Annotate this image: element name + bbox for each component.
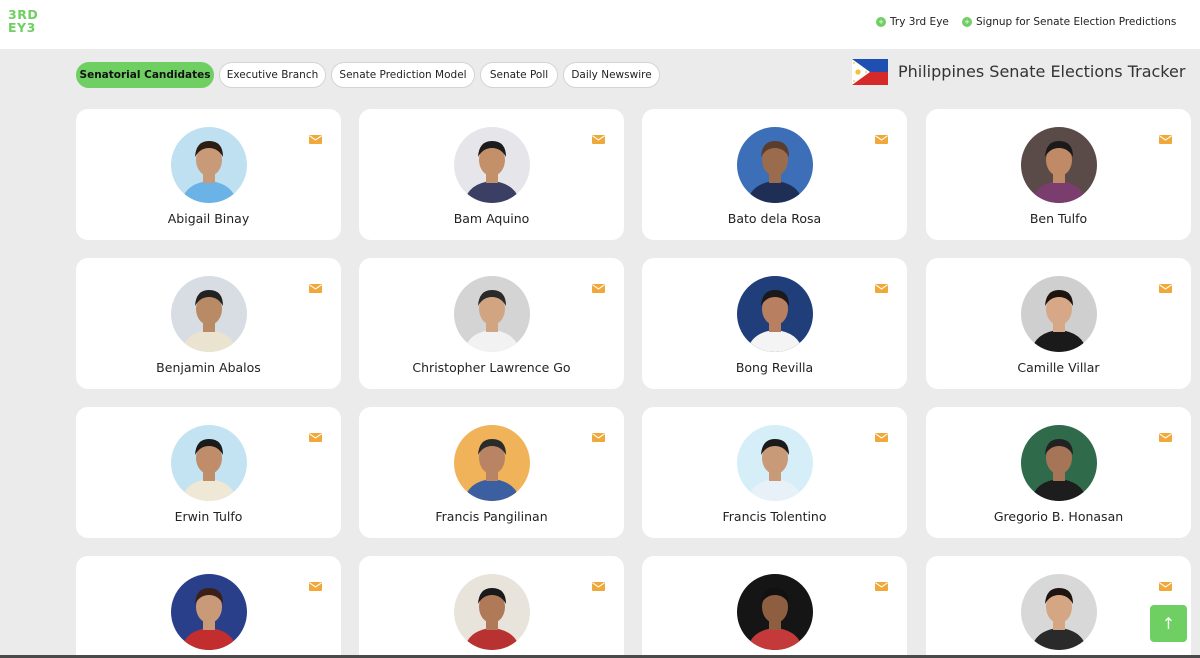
tab-label: Daily Newswire <box>571 69 652 81</box>
candidate-photo <box>454 425 530 501</box>
tab-executive-branch[interactable]: Executive Branch <box>219 62 326 88</box>
candidate-card[interactable]: Francis Pangilinan <box>359 407 624 538</box>
candidate-card[interactable]: Bato dela Rosa <box>642 109 907 240</box>
logo-line-2: EY3 <box>8 20 36 35</box>
brand-logo[interactable]: 3RD EY3 <box>8 8 44 38</box>
try-3rd-eye-label: Try 3rd Eye <box>890 16 949 28</box>
candidate-card[interactable]: Gregorio B. Honasan <box>926 407 1191 538</box>
candidate-photo <box>737 276 813 352</box>
signup-predictions-link[interactable]: + Signup for Senate Election Predictions <box>962 14 1176 30</box>
candidate-card[interactable] <box>359 556 624 658</box>
tab-label: Senate Poll <box>489 69 549 81</box>
envelope-icon[interactable] <box>1159 427 1172 442</box>
tab-label: Executive Branch <box>226 69 319 81</box>
envelope-icon[interactable] <box>309 129 322 144</box>
candidate-card[interactable] <box>642 556 907 658</box>
candidate-card[interactable]: Francis Tolentino <box>642 407 907 538</box>
envelope-icon[interactable] <box>875 278 888 293</box>
candidate-name: Christopher Lawrence Go <box>412 360 571 375</box>
candidate-photo <box>737 127 813 203</box>
candidate-card[interactable]: Bong Revilla <box>642 258 907 389</box>
candidate-name: Camille Villar <box>1017 360 1100 375</box>
scroll-to-top-button[interactable]: ↑ <box>1150 605 1187 642</box>
candidate-card[interactable]: Ben Tulfo <box>926 109 1191 240</box>
tab-senatorial-candidates[interactable]: Senatorial Candidates <box>76 62 214 88</box>
philippines-flag-icon <box>852 59 888 85</box>
candidate-name: Gregorio B. Honasan <box>993 509 1124 524</box>
signup-predictions-label: Signup for Senate Election Predictions <box>976 16 1177 28</box>
candidate-card[interactable]: Christopher Lawrence Go <box>359 258 624 389</box>
plus-circle-icon: + <box>962 17 972 27</box>
plus-circle-icon: + <box>876 17 886 27</box>
candidate-photo <box>454 127 530 203</box>
tab-daily-newswire[interactable]: Daily Newswire <box>563 62 660 88</box>
top-bar: 3RD EY3 + Try 3rd Eye + Signup for Senat… <box>0 0 1200 49</box>
candidate-photo <box>1021 127 1097 203</box>
tab-senate-prediction-model[interactable]: Senate Prediction Model <box>331 62 475 88</box>
candidate-photo <box>1021 574 1097 650</box>
candidate-name: Benjamin Abalos <box>156 360 261 375</box>
envelope-icon[interactable] <box>875 129 888 144</box>
candidate-name: Bong Revilla <box>735 360 814 375</box>
candidate-card[interactable]: Camille Villar <box>926 258 1191 389</box>
envelope-icon[interactable] <box>875 576 888 591</box>
candidate-name: Abigail Binay <box>167 211 250 226</box>
envelope-icon[interactable] <box>875 427 888 442</box>
candidate-name: Bam Aquino <box>453 211 530 226</box>
candidate-photo <box>737 574 813 650</box>
candidate-photo <box>1021 425 1097 501</box>
envelope-icon[interactable] <box>309 427 322 442</box>
envelope-icon[interactable] <box>1159 576 1172 591</box>
tab-label: Senate Prediction Model <box>339 69 467 81</box>
envelope-icon[interactable] <box>1159 278 1172 293</box>
candidate-name: Bato dela Rosa <box>727 211 822 226</box>
candidate-card[interactable]: Abigail Binay <box>76 109 341 240</box>
envelope-icon[interactable] <box>309 278 322 293</box>
candidate-photo <box>171 425 247 501</box>
envelope-icon[interactable] <box>1159 129 1172 144</box>
candidate-photo <box>737 425 813 501</box>
candidate-card[interactable]: Bam Aquino <box>359 109 624 240</box>
candidate-photo <box>1021 276 1097 352</box>
tab-label: Senatorial Candidates <box>79 69 211 81</box>
candidate-photo <box>171 574 247 650</box>
candidate-name: Erwin Tulfo <box>174 509 243 524</box>
envelope-icon[interactable] <box>592 576 605 591</box>
candidate-card[interactable]: Erwin Tulfo <box>76 407 341 538</box>
candidate-photo <box>454 574 530 650</box>
envelope-icon[interactable] <box>309 576 322 591</box>
candidate-photo <box>454 276 530 352</box>
candidate-card[interactable]: Benjamin Abalos <box>76 258 341 389</box>
candidate-name: Francis Pangilinan <box>435 509 548 524</box>
candidate-photo <box>171 276 247 352</box>
tab-senate-poll[interactable]: Senate Poll <box>480 62 558 88</box>
candidate-photo <box>171 127 247 203</box>
envelope-icon[interactable] <box>592 278 605 293</box>
envelope-icon[interactable] <box>592 129 605 144</box>
candidate-card[interactable] <box>76 556 341 658</box>
envelope-icon[interactable] <box>592 427 605 442</box>
arrow-up-icon: ↑ <box>1161 614 1176 633</box>
candidate-name: Francis Tolentino <box>722 509 827 524</box>
tracker-title: Philippines Senate Elections Tracker <box>898 62 1186 81</box>
candidate-name: Ben Tulfo <box>1029 211 1088 226</box>
try-3rd-eye-link[interactable]: + Try 3rd Eye <box>876 14 949 30</box>
